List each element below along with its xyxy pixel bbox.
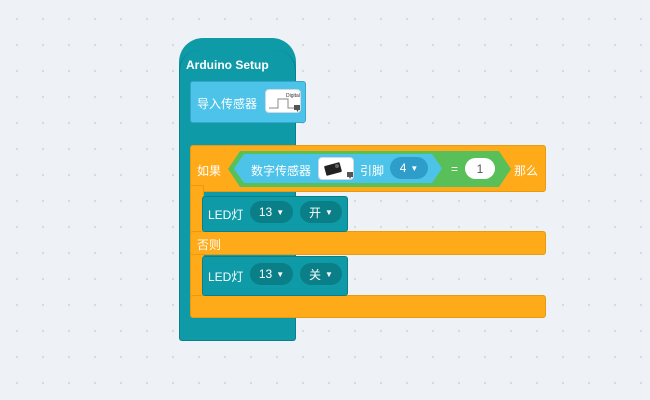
chevron-down-icon: ▼ — [276, 207, 285, 217]
chevron-down-icon: ▼ — [276, 269, 285, 279]
else-block-bar — [190, 231, 546, 255]
led-on-pin-dropdown[interactable]: 13 ▼ — [250, 201, 293, 223]
then-label: 那么 — [514, 164, 539, 178]
led-off-pin-value: 13 — [258, 267, 273, 281]
led-on-label: LED灯 — [208, 208, 244, 222]
pin-dropdown[interactable]: 4 ▼ — [390, 157, 428, 179]
led-on-state-value: 开 — [309, 205, 322, 220]
digital-sensor-label: 数字传感器 — [251, 164, 312, 178]
led-off-pin-dropdown[interactable]: 13 ▼ — [250, 263, 293, 285]
chevron-down-icon: ▼ — [325, 207, 333, 217]
led-on-pin-value: 13 — [258, 205, 273, 219]
digital-sensor-icon-text: Digital — [286, 93, 300, 99]
chevron-down-icon: ▼ — [410, 163, 419, 173]
digital-sensor-icon[interactable]: Digital — [265, 89, 301, 113]
pin-value: 4 — [399, 161, 407, 175]
led-off-state-dropdown[interactable]: 关 ▼ — [300, 263, 342, 285]
import-sensor-label: 导入传感器 — [197, 97, 258, 111]
setup-block-title: Arduino Setup — [186, 58, 269, 72]
if-label: 如果 — [197, 164, 222, 178]
compare-value-input[interactable]: 1 — [465, 158, 495, 179]
equals-operator-label: = — [451, 162, 459, 176]
pin-label: 引脚 — [360, 164, 385, 178]
led-off-label: LED灯 — [208, 270, 244, 284]
sensor-module-icon[interactable] — [318, 157, 354, 180]
else-label: 否则 — [197, 238, 222, 252]
led-off-state-value: 关 — [309, 267, 322, 282]
if-block-bottom — [190, 295, 546, 318]
led-on-state-dropdown[interactable]: 开 ▼ — [300, 201, 342, 223]
chevron-down-icon: ▼ — [325, 269, 333, 279]
